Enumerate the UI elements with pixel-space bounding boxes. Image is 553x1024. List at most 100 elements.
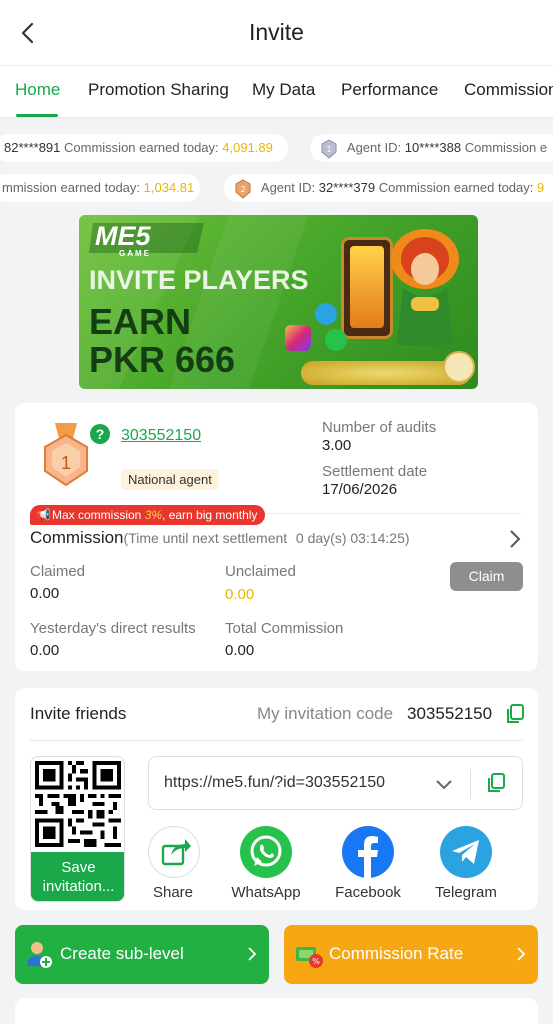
invite-banner[interactable]: ME5 GAME INVITE PLAYERS EARN PKR 666 [79,215,478,389]
ticker-agent-id: 32****379 [318,180,376,195]
create-sublevel-label: Create sub-level [60,944,184,963]
invite-card: Invite friends My invitation code 303552… [15,688,538,910]
share-label: Share [152,884,194,901]
brand-logo-subtext: GAME [119,249,151,258]
character-illustration [389,227,461,347]
invite-link-field[interactable]: https://me5.fun/?id=303552150 [148,756,523,810]
ticker-item: 82****891 Commission earned today: 4,091… [0,134,288,162]
copy-icon[interactable] [506,704,524,724]
ticker-amount: 4,091.89 [222,140,273,155]
invitation-code-value: 303552150 [407,704,493,723]
ticker-item: 1 Agent ID: 10****388 Commission e [310,134,553,162]
share-icon[interactable] [148,826,200,878]
coin-icon [443,351,475,383]
commission-rate-button[interactable]: % Commission Rate [284,925,538,984]
tab-bar: Home Promotion Sharing My Data Performan… [0,66,553,118]
yesterday-results-value: 0.00 [30,642,60,659]
telegram-icon [315,303,337,325]
settlement-timer-value: 0 day(s) 03:14:25) [295,530,410,546]
ticker-amount: 1,034.81 [143,180,195,195]
svg-text:2: 2 [240,185,245,194]
whatsapp-icon[interactable] [240,826,292,878]
chevron-down-icon[interactable] [433,773,455,795]
chevron-right-icon[interactable] [505,528,525,550]
create-sublevel-button[interactable]: Create sub-level [15,925,269,984]
qr-code-panel[interactable]: Save invitation... [30,756,125,902]
commission-rate-label: Commission Rate [329,944,464,963]
ticker-agent-label: Agent ID: [260,180,316,195]
telegram-label: Telegram [435,884,497,901]
telegram-icon[interactable] [440,826,492,878]
megaphone-icon: 📢 [36,508,51,522]
audits-label: Number of audits [322,419,437,436]
ticker-agent-id: 82****891 [4,140,61,155]
facebook-label: Facebook [335,884,401,901]
tab-my-data[interactable]: My Data [252,80,315,100]
settlement-value: 17/06/2026 [322,481,398,498]
promo-text-end: , earn big monthly [162,508,258,522]
agent-type-badge: National agent [121,469,219,490]
settlement-timer-label: (Time until next settlement [123,530,288,546]
commission-header[interactable]: Commission(Time until next settlement 0 … [30,528,410,548]
ticker-agent-label: Agent ID: [346,140,402,155]
invitation-code-label: My invitation code [257,704,394,723]
yesterday-results-label: Yesterday's direct results [30,620,196,637]
unclaimed-label: Unclaimed [225,563,296,580]
tab-home[interactable]: Home [15,80,60,100]
ticker-agent-id: 10****388 [404,140,462,155]
ticker-label: mmission earned today: [2,180,141,195]
qr-code-image [35,761,121,847]
next-card [15,998,538,1024]
agent-code[interactable]: 303552150 [121,427,201,445]
unclaimed-value: 0.00 [225,586,255,603]
invite-link-text: https://me5.fun/?id=303552150 [164,774,386,791]
total-commission-label: Total Commission [225,620,344,637]
svg-text:1: 1 [326,145,331,154]
banner-earn-text: EARN [89,301,192,342]
claimed-value: 0.00 [30,585,60,602]
ticker-amount: 9 [537,180,545,195]
copy-link-icon[interactable] [487,773,505,793]
chevron-right-icon [245,945,259,963]
chevron-right-icon [514,945,528,963]
ticker-label: Commission earned today: [378,180,534,195]
invite-title: Invite friends [30,704,127,723]
banner-headline: INVITE PLAYERS [89,265,309,295]
tab-performance[interactable]: Performance [341,80,438,100]
claim-button[interactable]: Claim [450,562,523,591]
agent-card: 1 ? 303552150 National agent Number of a… [15,403,538,671]
promo-text: Max commission [52,508,145,522]
divider [30,740,523,741]
add-user-icon [25,940,53,970]
bronze-medal-icon: 2 [234,178,252,199]
commission-rate-icon: % [294,941,324,969]
whatsapp-label: WhatsApp [231,884,301,901]
brand-logo-text: ME5 [95,221,151,251]
facebook-icon[interactable] [342,826,394,878]
silver-medal-icon: 1 [320,138,338,159]
page-title: Invite [249,19,304,45]
level-number: 1 [60,453,71,473]
tab-promotion-sharing[interactable]: Promotion Sharing [88,80,229,100]
claimed-label: Claimed [30,563,86,580]
phone-illustration [341,237,393,339]
active-tab-indicator [16,114,58,117]
tab-commission[interactable]: Commission [464,80,553,100]
header-bar: Invite [0,0,553,66]
audits-value: 3.00 [322,437,352,454]
ticker-item: mmission earned today: 1,034.81 [0,174,200,202]
banner-amount-text: PKR 666 [89,339,236,380]
ticker-label: Commission earned today: [64,140,219,155]
save-invitation-button[interactable]: Save invitation... [31,852,124,901]
promo-ribbon: 📢 Max commission 3%, earn big monthly [30,505,266,525]
level-medal-icon: 1 [41,423,91,489]
instagram-icon [285,325,311,351]
ticker-label: Commission e [464,140,548,155]
help-icon[interactable]: ? [90,424,110,444]
divider [470,769,471,799]
svg-text:%: % [312,957,320,966]
settlement-label: Settlement date [322,463,428,480]
commission-title: Commission [30,528,124,547]
promo-percent: 3% [144,508,163,522]
ticker-item: 2 Agent ID: 32****379 Commission earned … [224,174,553,202]
